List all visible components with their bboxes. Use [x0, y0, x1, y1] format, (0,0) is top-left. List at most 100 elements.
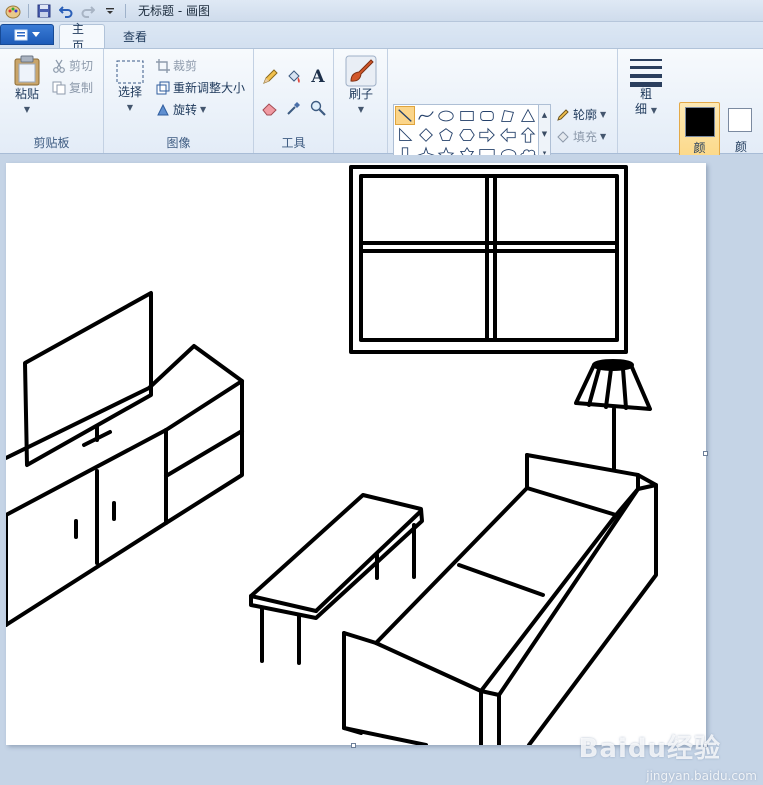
hexagon-icon[interactable] [457, 126, 477, 145]
chevron-down-icon: ▼ [650, 106, 657, 115]
coffee-table-drawing [249, 493, 424, 665]
eyedropper-icon [287, 102, 300, 115]
text-tool[interactable]: A [308, 67, 328, 87]
window-drawing [349, 165, 628, 354]
fill-bucket-icon [557, 130, 569, 143]
ribbon-tab-row: 主页 查看 [0, 22, 763, 53]
chevron-down-icon: ▼ [357, 105, 365, 114]
resize-icon [156, 81, 170, 94]
outline-label: 轮廓 [573, 108, 598, 122]
outline-brush-icon [557, 108, 569, 121]
app-menu-button[interactable] [0, 24, 54, 45]
brush-icon [345, 55, 377, 87]
paint-bucket-icon [288, 70, 300, 83]
eraser-icon [262, 103, 277, 116]
floor-lamp-drawing [574, 359, 652, 471]
chevron-down-icon [32, 31, 40, 37]
paint-app-icon[interactable] [4, 2, 22, 20]
copy-label: 复制 [69, 81, 94, 95]
crop-button[interactable]: 裁剪 [156, 57, 197, 74]
rectangle-icon[interactable] [457, 106, 477, 125]
line-icon[interactable] [395, 106, 415, 125]
app-menu-icon [14, 29, 28, 40]
magnifier-icon [310, 100, 326, 116]
chevron-down-icon: ▼ [200, 105, 207, 114]
paste-button[interactable]: 粘贴 ▼ [8, 55, 46, 117]
copy-button[interactable]: 复制 [52, 79, 93, 96]
rotate-button[interactable]: 旋转 ▼ [156, 101, 206, 118]
cut-label: 剪切 [69, 59, 94, 73]
chevron-down-icon: ▼ [600, 132, 607, 141]
rounded-rectangle-icon[interactable] [477, 106, 497, 125]
chevron-down-icon: ▼ [126, 103, 134, 112]
cut-button[interactable]: 剪切 [52, 57, 93, 74]
sofa-drawing [342, 453, 658, 745]
watermark-brand: Baidu经验 [578, 734, 721, 764]
drawing-canvas[interactable] [6, 163, 706, 745]
color1-label-line1: 颜 [693, 141, 706, 155]
select-rectangle-icon [116, 60, 144, 84]
eraser-tool[interactable] [260, 98, 280, 118]
size-label-line2: 细 [635, 102, 648, 116]
fill-tool[interactable] [284, 67, 304, 87]
title-separator [125, 3, 126, 18]
tab-view[interactable]: 查看 [111, 24, 159, 48]
magnifier-tool[interactable] [308, 98, 328, 118]
select-button[interactable]: 选择 ▼ [112, 59, 148, 115]
ribbon-home: 粘贴 ▼ 剪切 复制 剪贴板 选择 ▼ 裁剪 重新调整大小 旋转 ▼ 图像 A … [0, 48, 763, 177]
chevron-up-icon[interactable]: ▲ [542, 111, 547, 119]
chevron-down-icon[interactable]: ▼ [542, 130, 547, 138]
fill-label: 填充 [573, 130, 598, 144]
brushes-label: 刷子 [348, 87, 373, 101]
polygon-icon[interactable] [498, 106, 518, 125]
brushes-button[interactable]: 刷子 ▼ [342, 55, 380, 117]
watermark-url: jingyan.baidu.com [646, 769, 757, 783]
select-label: 选择 [117, 85, 142, 99]
tab-view-label: 查看 [123, 29, 148, 44]
up-arrow-icon[interactable] [518, 126, 538, 145]
tab-home[interactable]: 主页 [59, 22, 105, 53]
fill-button[interactable]: 填充 ▼ [556, 128, 606, 145]
tools-group: A 工具 [254, 49, 334, 153]
canvas-workspace: Baidu经验 jingyan.baidu.com [0, 155, 763, 785]
right-arrow-icon[interactable] [477, 126, 497, 145]
color-picker-tool[interactable] [284, 98, 304, 118]
canvas-resize-handle-bottom[interactable] [351, 743, 356, 748]
chevron-down-icon: ▼ [23, 105, 31, 114]
undo-icon[interactable] [57, 2, 75, 20]
color1-swatch [685, 107, 715, 137]
curve-icon[interactable] [416, 106, 436, 125]
customize-toolbar-icon[interactable] [101, 2, 119, 20]
clipboard-group-label: 剪贴板 [33, 136, 70, 150]
title-separator [28, 3, 29, 18]
rotate-label: 旋转 [173, 103, 198, 117]
save-icon[interactable] [35, 2, 53, 20]
outline-button[interactable]: 轮廓 ▼ [556, 106, 606, 123]
resize-button[interactable]: 重新调整大小 [156, 79, 245, 96]
size-group: 粗 细 ▼ [618, 49, 674, 153]
oval-icon[interactable] [436, 106, 456, 125]
redo-icon[interactable] [79, 2, 97, 20]
paste-label: 粘贴 [14, 87, 39, 101]
size-button[interactable]: 粗 细 ▼ [626, 57, 666, 118]
triangle-icon[interactable] [518, 106, 538, 125]
diamond-icon[interactable] [416, 126, 436, 145]
pencil-icon [263, 69, 278, 84]
tv-cabinet-drawing [6, 344, 244, 627]
text-tool-icon: A [311, 67, 325, 87]
color2-label-line1: 颜 [734, 140, 747, 154]
right-triangle-icon[interactable] [395, 126, 415, 145]
canvas-resize-handle-right[interactable] [703, 451, 708, 456]
living-room-drawing [6, 165, 658, 745]
brushes-group: 刷子 ▼ [334, 49, 388, 153]
chevron-down-icon: ▼ [600, 110, 607, 119]
size-label-line1: 粗 [639, 87, 652, 101]
pentagon-icon[interactable] [436, 126, 456, 145]
left-arrow-icon[interactable] [498, 126, 518, 145]
clipboard-icon [14, 55, 40, 86]
scissors-icon [53, 59, 65, 73]
baidu-watermark: Baidu经验 jingyan.baidu.com [578, 728, 757, 783]
line-width-icon [630, 59, 662, 87]
tools-group-label: 工具 [281, 136, 306, 150]
pencil-tool[interactable] [260, 67, 280, 87]
